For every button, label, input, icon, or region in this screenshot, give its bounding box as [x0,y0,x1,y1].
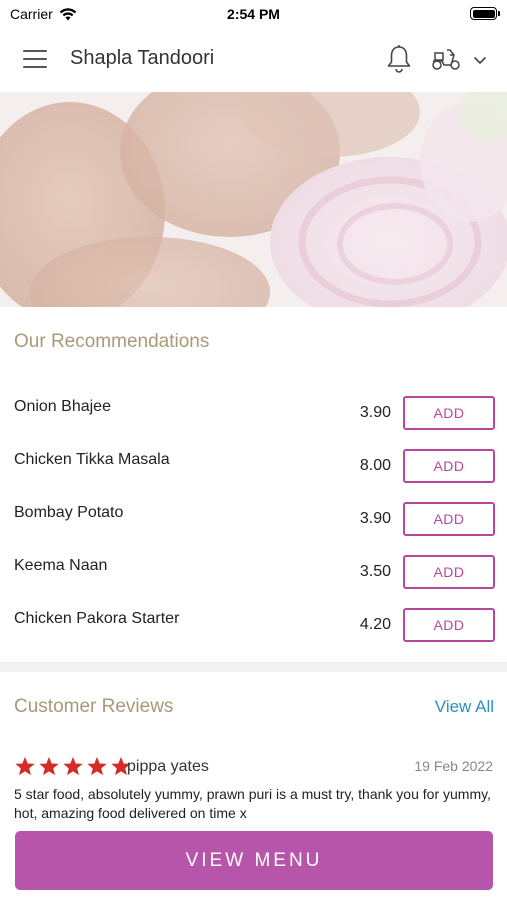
item-price: 3.90 [359,404,391,421]
section-divider [0,662,507,672]
status-bar: Carrier 2:54 PM [0,0,507,30]
star-rating [14,756,132,777]
item-price: 3.90 [359,510,391,527]
recommendations-list: Onion Bhajee 3.90 ADD Chicken Tikka Masa… [0,386,507,651]
add-button[interactable]: ADD [403,608,495,642]
list-item: Bombay Potato 3.90 ADD [0,492,507,545]
item-name: Chicken Pakora Starter [14,610,180,627]
list-item: Keema Naan 3.50 ADD [0,545,507,598]
star-icon [87,756,107,776]
item-price: 8.00 [359,457,391,474]
list-item: Chicken Tikka Masala 8.00 ADD [0,439,507,492]
status-time: 2:54 PM [227,6,280,22]
item-name: Keema Naan [14,557,108,574]
list-item: Chicken Pakora Starter 4.20 ADD [0,598,507,651]
star-icon [63,756,83,776]
star-icon [39,756,59,776]
app-header: Shapla Tandoori [0,30,507,90]
add-button[interactable]: ADD [403,502,495,536]
recommendations-title: Our Recommendations [14,331,210,352]
review-text: 5 star food, absolutely yummy, prawn pur… [14,786,491,821]
item-name: Onion Bhajee [14,398,111,415]
reviewer-name: pippa yates [127,758,209,775]
item-name: Chicken Tikka Masala [14,451,170,468]
battery-icon [470,7,500,20]
item-name: Bombay Potato [14,504,124,521]
item-price: 3.50 [359,563,391,580]
menu-icon[interactable] [23,50,47,68]
chevron-down-icon[interactable] [472,52,488,68]
list-item: Onion Bhajee 3.90 ADD [0,386,507,439]
add-button[interactable]: ADD [403,396,495,430]
view-menu-button[interactable]: VIEW MENU [15,831,493,890]
reviews-title: Customer Reviews [14,696,174,717]
bell-icon[interactable] [386,44,412,74]
add-button[interactable]: ADD [403,449,495,483]
view-all-link[interactable]: View All [435,697,494,717]
review-date: 19 Feb 2022 [414,758,493,774]
hero-food-image [0,92,507,307]
add-button[interactable]: ADD [403,555,495,589]
scooter-icon[interactable] [430,46,462,72]
restaurant-title: Shapla Tandoori [70,47,215,69]
star-icon [15,756,35,776]
item-price: 4.20 [359,616,391,633]
